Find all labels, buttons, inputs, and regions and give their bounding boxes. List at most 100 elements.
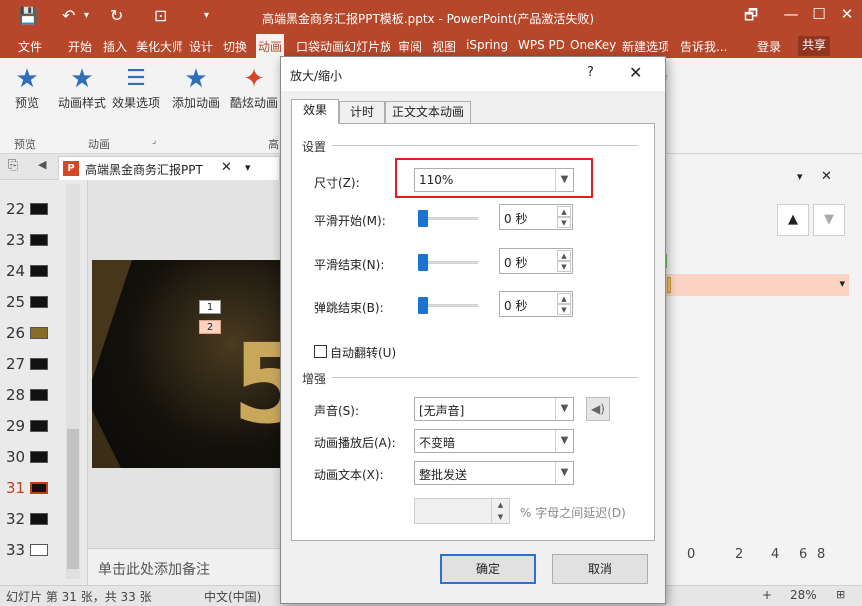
tab-review[interactable]: 审阅 [398, 38, 422, 55]
add-animation-button[interactable]: ★ 添加动画 [170, 64, 222, 111]
tab-beautify[interactable]: 美化大师 [136, 38, 182, 55]
slide-canvas[interactable]: 5 [92, 260, 292, 468]
cool-animation-button[interactable]: ✦ 酷炫动画 [228, 64, 280, 111]
spin-down-icon[interactable]: ▼ [557, 261, 571, 272]
animation-tag-selected[interactable]: 2 [199, 320, 221, 334]
spin-up-icon[interactable]: ▲ [557, 206, 571, 217]
slider-handle[interactable] [418, 254, 428, 271]
slide-thumbnail-current[interactable]: 31 [0, 477, 60, 499]
tab-wps-pdf[interactable]: WPS PD [518, 38, 564, 52]
slide-thumbnail[interactable]: 23 [0, 229, 60, 251]
save-icon[interactable]: 💾 [18, 6, 38, 25]
close-dialog-icon[interactable]: ✕ [629, 63, 642, 82]
spin-up-icon[interactable]: ▲ [557, 293, 571, 304]
slide-thumbnail[interactable]: 30 [0, 446, 60, 468]
sign-in-link[interactable]: 登录 [757, 38, 781, 55]
bounce-end-stepper[interactable]: 0 秒 ▲ ▼ [499, 291, 573, 317]
present-icon[interactable]: ⊡ [154, 6, 167, 25]
after-animation-select[interactable]: 不变暗 ▼ [414, 429, 574, 453]
tab-insert[interactable]: 插入 [103, 38, 127, 55]
chevron-down-icon[interactable]: ▼ [555, 398, 573, 420]
share-button[interactable]: 共享 [798, 36, 831, 56]
smooth-end-slider[interactable] [416, 254, 480, 271]
minimize-icon[interactable]: — [778, 5, 804, 23]
slider-handle[interactable] [418, 297, 428, 314]
animation-list-item-selected[interactable]: ▾ [661, 274, 849, 296]
tab-timing[interactable]: 计时 [339, 101, 385, 123]
redo-icon[interactable]: ↻ [110, 6, 123, 25]
animation-tag[interactable]: 1 [199, 300, 221, 314]
auto-reverse-checkbox[interactable] [314, 345, 327, 358]
effect-options-button[interactable]: ☰ 效果选项 [110, 64, 162, 111]
tab-slideshow[interactable]: 幻灯片放 [344, 38, 390, 55]
zoom-level[interactable]: 28% [790, 588, 817, 602]
spin-down-icon[interactable]: ▼ [557, 304, 571, 315]
tab-ispring[interactable]: iSpring [466, 38, 508, 52]
scrollbar-thumb[interactable] [67, 429, 79, 569]
slider-handle[interactable] [418, 210, 428, 227]
file-icon[interactable]: ⎘ [8, 158, 18, 173]
slide-thumbnail[interactable]: 24 [0, 260, 60, 282]
cancel-button[interactable]: 取消 [552, 554, 648, 584]
slide-thumbnail[interactable]: 29 [0, 415, 60, 437]
smooth-end-stepper[interactable]: 0 秒 ▲ ▼ [499, 248, 573, 274]
move-up-button[interactable]: ▲ [777, 204, 809, 236]
move-down-button[interactable]: ▼ [813, 204, 845, 236]
customize-qa-icon[interactable]: ▾ [204, 10, 209, 21]
close-pane-icon[interactable]: ✕ [821, 169, 832, 184]
close-document-icon[interactable]: ✕ [221, 160, 232, 175]
maximize-icon[interactable]: ☐ [806, 5, 832, 23]
auto-reverse-label[interactable]: 自动翻转(U) [330, 344, 396, 361]
document-tab[interactable]: P 高端黑金商务汇报PPT ✕ ▾ [58, 156, 280, 180]
tab-home[interactable]: 开始 [68, 38, 92, 55]
undo-icon[interactable]: ↶ [62, 6, 75, 25]
spin-up-icon[interactable]: ▲ [557, 250, 571, 261]
tab-file[interactable]: 文件 [18, 38, 42, 55]
help-icon[interactable]: ? [587, 65, 594, 80]
slide-thumbnail[interactable]: 26 [0, 322, 60, 344]
smooth-start-slider[interactable] [416, 210, 480, 227]
language-indicator[interactable]: 中文(中国) [204, 588, 261, 605]
chevron-down-icon[interactable]: ▼ [555, 430, 573, 452]
slide-thumbnail[interactable]: 33 [0, 539, 60, 561]
slide-thumbnail[interactable]: 32 [0, 508, 60, 530]
thumbnail-scrollbar[interactable] [66, 184, 80, 579]
sound-select[interactable]: [无声音] ▼ [414, 397, 574, 421]
document-tab-menu-icon[interactable]: ▾ [245, 161, 251, 174]
spin-down-icon[interactable]: ▼ [491, 511, 509, 523]
slide-thumbnail[interactable]: 25 [0, 291, 60, 313]
slide-thumbnail[interactable]: 27 [0, 353, 60, 375]
spin-up-icon[interactable]: ▲ [491, 499, 509, 511]
tab-onekey[interactable]: OneKey [570, 38, 616, 52]
tab-animations[interactable]: 动画 [256, 34, 285, 58]
fit-slide-icon[interactable]: ⊞ [836, 588, 845, 601]
pane-options-icon[interactable]: ▾ [797, 170, 803, 183]
tab-new-options[interactable]: 新建选项 [622, 38, 668, 55]
speaker-icon[interactable]: ◀) [586, 397, 610, 421]
ok-button[interactable]: 确定 [440, 554, 536, 584]
ribbon-display-icon[interactable]: 🗗 [738, 5, 764, 30]
slide-thumbnail[interactable]: 22 [0, 198, 60, 220]
tab-view[interactable]: 视图 [432, 38, 456, 55]
smooth-start-stepper[interactable]: 0 秒 ▲ ▼ [499, 204, 573, 230]
animate-text-select[interactable]: 整批发送 ▼ [414, 461, 574, 485]
chevron-down-icon[interactable]: ▼ [555, 462, 573, 484]
letter-delay-stepper[interactable]: ▲ ▼ [414, 498, 510, 524]
tab-pocket-animation[interactable]: 口袋动画 [296, 38, 344, 55]
tell-me-search[interactable]: 告诉我... [680, 38, 727, 55]
dialog-launcher-icon[interactable]: ⌟ [152, 136, 156, 146]
close-window-icon[interactable]: ✕ [834, 5, 860, 23]
spin-down-icon[interactable]: ▼ [557, 217, 571, 228]
animation-styles-button[interactable]: ★ 动画样式 [56, 64, 108, 111]
tab-transitions[interactable]: 切换 [223, 38, 247, 55]
slide-thumbnail[interactable]: 28 [0, 384, 60, 406]
zoom-in-icon[interactable]: + [762, 588, 772, 602]
tab-design[interactable]: 设计 [189, 38, 213, 55]
chevron-down-icon[interactable]: ▾ [839, 277, 845, 290]
preview-button[interactable]: ★ 预览 [10, 64, 44, 111]
undo-menu-icon[interactable]: ▾ [84, 10, 89, 21]
tab-scroll-left-icon[interactable]: ◀ [38, 158, 46, 171]
tab-text-animation[interactable]: 正文文本动画 [385, 101, 471, 123]
bounce-end-slider[interactable] [416, 297, 480, 314]
tab-effect[interactable]: 效果 [291, 99, 339, 124]
